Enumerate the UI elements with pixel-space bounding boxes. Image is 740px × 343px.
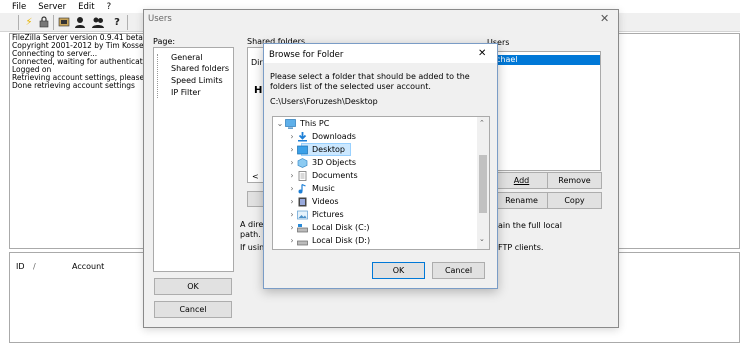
tree-line [157, 54, 158, 98]
copy-user-label: Copy [564, 196, 585, 205]
tree-item-music[interactable]: › Music [287, 182, 335, 195]
menu-edit[interactable]: Edit [78, 2, 94, 12]
folder-tree[interactable]: ⌄ This PC › Downloads › Desktop › 3D Obj… [272, 116, 490, 250]
account-column-header[interactable]: Account [72, 262, 104, 271]
toolbar-separator [18, 15, 19, 30]
tree-item-videos[interactable]: › Videos [287, 195, 339, 208]
remove-user-label: Remove [558, 176, 591, 185]
users-list[interactable]: chael [494, 51, 601, 171]
id-column-header[interactable]: ID [16, 262, 25, 271]
cancel-button[interactable]: Cancel [154, 301, 232, 318]
chevron-right-icon[interactable]: › [287, 210, 297, 219]
current-path: C:\Users\Foruzesh\Desktop [270, 97, 378, 106]
tree-item-label: This PC [300, 119, 330, 128]
chevron-right-icon[interactable]: › [287, 171, 297, 180]
tree-item-label: Downloads [312, 132, 356, 141]
chevron-right-icon[interactable]: › [287, 145, 297, 154]
menu-server[interactable]: Server [38, 2, 66, 12]
downloads-icon [297, 131, 308, 142]
chevron-right-icon[interactable]: › [287, 223, 297, 232]
toolbar-separator [127, 15, 128, 30]
browse-cancel-button[interactable]: Cancel [432, 262, 485, 279]
user-list-item[interactable]: chael [495, 55, 600, 65]
page-speed-limits[interactable]: Speed Limits [171, 76, 223, 85]
chevron-right-icon[interactable]: › [287, 158, 297, 167]
tree-item-pictures[interactable]: › Pictures [287, 208, 344, 221]
home-dir-label: H [254, 85, 263, 96]
close-icon[interactable]: ✕ [600, 12, 609, 25]
lock-icon[interactable] [37, 15, 51, 29]
tree-item-label: Music [312, 184, 335, 193]
lightning-icon[interactable]: ⚡ [22, 15, 36, 29]
chevron-right-icon[interactable]: › [287, 184, 297, 193]
scroll-down-icon[interactable]: ⌄ [479, 235, 485, 243]
computer-icon [285, 118, 296, 129]
music-icon [297, 183, 308, 194]
info-text-4: ain the full local [498, 221, 562, 230]
close-icon[interactable]: ✕ [478, 48, 486, 59]
ok-label: OK [187, 282, 199, 291]
pictures-icon [297, 210, 308, 220]
page-label: Page: [153, 37, 176, 46]
tree-item-local-disk-c[interactable]: › Local Disk (C:) [287, 221, 370, 234]
rename-user-label: Rename [505, 196, 538, 205]
browse-dialog-title: Browse for Folder [269, 50, 344, 60]
page-ip-filter[interactable]: IP Filter [171, 88, 201, 97]
cancel-label: Cancel [179, 305, 207, 314]
tree-item-label: 3D Objects [312, 158, 357, 167]
tree-scrollbar[interactable]: ⌃ ⌄ [477, 117, 489, 249]
tree-item-this-pc[interactable]: ⌄ This PC [275, 117, 329, 130]
chevron-right-icon[interactable]: › [287, 132, 297, 141]
remove-user-button[interactable]: Remove [547, 172, 602, 189]
videos-icon [297, 197, 308, 207]
drive-icon [297, 236, 308, 246]
menu-file[interactable]: File [12, 2, 26, 12]
scroll-left-icon[interactable]: < [252, 172, 259, 181]
copy-user-button[interactable]: Copy [547, 192, 602, 209]
ok-button[interactable]: OK [154, 278, 232, 295]
browse-cancel-label: Cancel [444, 266, 473, 275]
tree-item-3d-objects[interactable]: › 3D Objects [287, 156, 356, 169]
tree-item-label: Videos [312, 197, 339, 206]
3d-objects-icon [297, 157, 308, 168]
sort-indicator: / [33, 262, 36, 271]
tree-item-documents[interactable]: › Documents [287, 169, 358, 182]
scroll-up-icon[interactable]: ⌃ [479, 119, 485, 127]
tree-item-label: Documents [312, 171, 358, 180]
toolbar-separator [53, 15, 54, 30]
tree-item-downloads[interactable]: › Downloads [287, 130, 356, 143]
chevron-right-icon[interactable]: › [287, 197, 297, 206]
chevron-right-icon[interactable]: › [287, 236, 297, 245]
server-settings-icon[interactable] [57, 15, 71, 29]
users-icon[interactable] [73, 15, 87, 29]
desktop-icon [297, 145, 308, 155]
page-shared-folders[interactable]: Shared folders [171, 64, 229, 73]
add-user-label: Add [513, 176, 530, 185]
page-general[interactable]: General [171, 53, 203, 62]
tree-item-label: Desktop [312, 145, 345, 154]
browse-ok-label: OK [392, 266, 405, 275]
log-line: Done retrieving account settings [12, 81, 135, 90]
info-text-5: FTP clients. [498, 243, 544, 252]
menu-help[interactable]: ? [107, 2, 112, 12]
chevron-down-icon[interactable]: ⌄ [275, 119, 285, 128]
tree-item-local-disk-d[interactable]: › Local Disk (D:) [287, 234, 370, 247]
browse-instruction: Please select a folder that should be ad… [270, 72, 470, 91]
documents-icon [297, 170, 308, 181]
browse-ok-button[interactable]: OK [372, 262, 425, 279]
browse-folder-dialog: Browse for Folder ✕ Please select a fold… [263, 43, 498, 289]
directory-column-header[interactable]: Dir [251, 58, 263, 67]
help-icon[interactable]: ? [110, 15, 124, 29]
tree-item-label: Local Disk (D:) [312, 236, 371, 245]
page-list: General Shared folders Speed Limits IP F… [153, 47, 234, 272]
users-dialog-title: Users [148, 14, 172, 24]
tree-item-desktop[interactable]: › Desktop [287, 143, 351, 156]
add-user-button[interactable]: Add [494, 172, 549, 189]
scrollbar-thumb[interactable] [479, 155, 487, 213]
drive-icon [297, 223, 308, 233]
groups-icon[interactable] [91, 15, 105, 29]
rename-user-button[interactable]: Rename [494, 192, 549, 209]
tree-item-label: Local Disk (C:) [312, 223, 370, 232]
tree-item-label: Pictures [312, 210, 344, 219]
